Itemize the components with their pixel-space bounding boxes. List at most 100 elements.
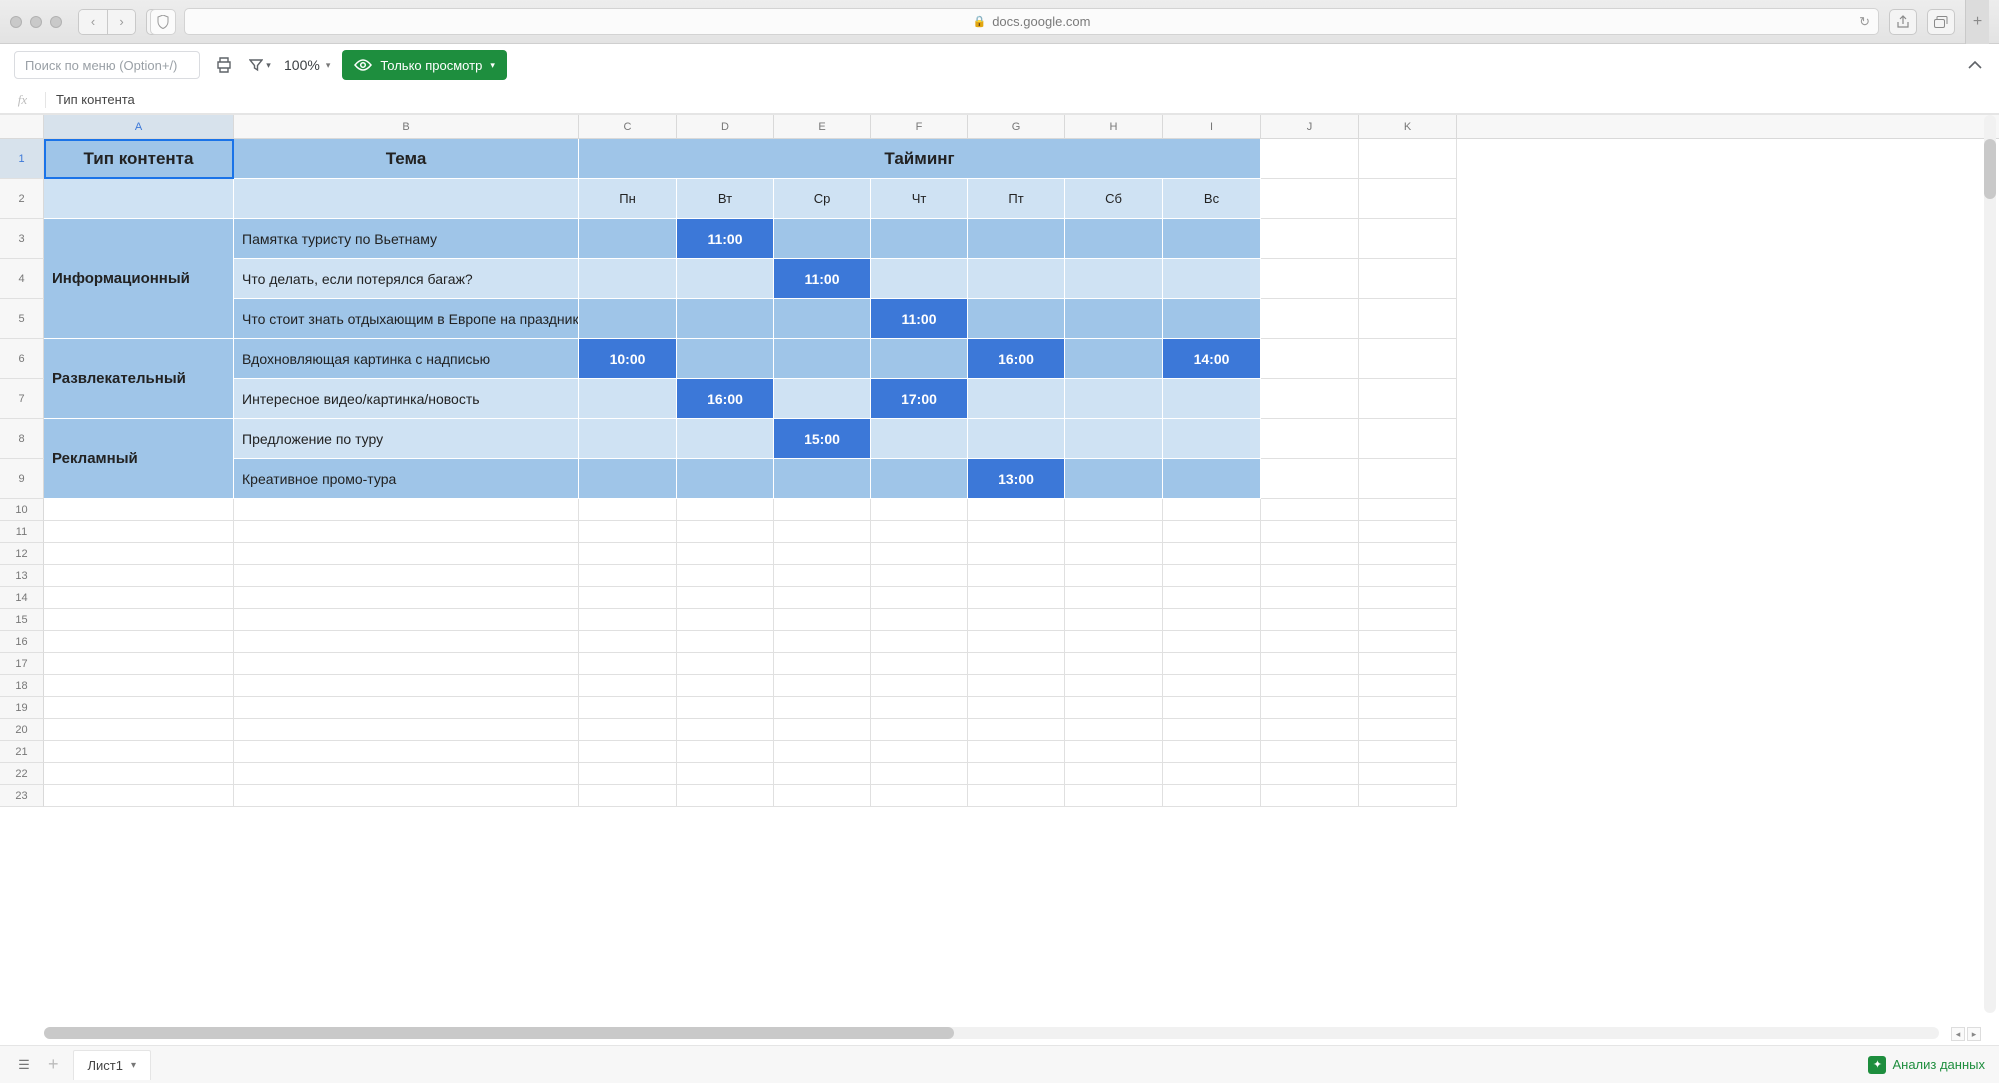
cell-E21[interactable] [774, 741, 871, 763]
cell-F20[interactable] [871, 719, 968, 741]
cell-F12[interactable] [871, 543, 968, 565]
row-head-5[interactable]: 5 [0, 299, 44, 339]
cell-H16[interactable] [1065, 631, 1163, 653]
cell-D9[interactable] [677, 459, 774, 499]
cell-H19[interactable] [1065, 697, 1163, 719]
cell-I12[interactable] [1163, 543, 1261, 565]
row-head-20[interactable]: 20 [0, 719, 44, 741]
cell-K14[interactable] [1359, 587, 1457, 609]
cell-G22[interactable] [968, 763, 1065, 785]
cell-C8[interactable] [579, 419, 677, 459]
cell-G7[interactable] [968, 379, 1065, 419]
cell-C6[interactable]: 10:00 [579, 339, 677, 379]
row-head-3[interactable]: 3 [0, 219, 44, 259]
cell-D13[interactable] [677, 565, 774, 587]
forward-icon[interactable]: › [107, 10, 135, 34]
cell-J17[interactable] [1261, 653, 1359, 675]
tabs-icon[interactable] [1927, 9, 1955, 35]
cell-I7[interactable] [1163, 379, 1261, 419]
cell-K12[interactable] [1359, 543, 1457, 565]
cell-I5[interactable] [1163, 299, 1261, 339]
cell-J3[interactable] [1261, 219, 1359, 259]
cell-J18[interactable] [1261, 675, 1359, 697]
cell-F17[interactable] [871, 653, 968, 675]
cell-G4[interactable] [968, 259, 1065, 299]
cell-K21[interactable] [1359, 741, 1457, 763]
fx-value[interactable]: Тип контента [46, 92, 145, 107]
cell-F21[interactable] [871, 741, 968, 763]
cell-K15[interactable] [1359, 609, 1457, 631]
cell-B22[interactable] [234, 763, 579, 785]
cell-K7[interactable] [1359, 379, 1457, 419]
cell-A23[interactable] [44, 785, 234, 807]
cell-E17[interactable] [774, 653, 871, 675]
cell-D8[interactable] [677, 419, 774, 459]
cell-H20[interactable] [1065, 719, 1163, 741]
cell-K1[interactable] [1359, 139, 1457, 179]
cell-D21[interactable] [677, 741, 774, 763]
row-head-14[interactable]: 14 [0, 587, 44, 609]
column-head-J[interactable]: J [1261, 115, 1359, 138]
cell-H4[interactable] [1065, 259, 1163, 299]
cell-E12[interactable] [774, 543, 871, 565]
cell-I3[interactable] [1163, 219, 1261, 259]
cell-E2[interactable]: Ср [774, 179, 871, 219]
cell-C21[interactable] [579, 741, 677, 763]
column-head-I[interactable]: I [1163, 115, 1261, 138]
cell-J10[interactable] [1261, 499, 1359, 521]
column-head-D[interactable]: D [677, 115, 774, 138]
cell-A3[interactable]: Информационный [44, 219, 234, 339]
cell-A13[interactable] [44, 565, 234, 587]
cell-F15[interactable] [871, 609, 968, 631]
tab-sheet1[interactable]: Лист1 ▾ [73, 1050, 152, 1080]
cell-F14[interactable] [871, 587, 968, 609]
menu-search-input[interactable]: Поиск по меню (Option+/) [14, 51, 200, 79]
row-head-17[interactable]: 17 [0, 653, 44, 675]
cell-B7[interactable]: Интересное видео/картинка/новость [234, 379, 579, 419]
cell-H17[interactable] [1065, 653, 1163, 675]
cell-G19[interactable] [968, 697, 1065, 719]
select-all-corner[interactable] [0, 115, 44, 138]
cell-F13[interactable] [871, 565, 968, 587]
cell-E14[interactable] [774, 587, 871, 609]
cell-G9[interactable]: 13:00 [968, 459, 1065, 499]
row-head-12[interactable]: 12 [0, 543, 44, 565]
cell-H12[interactable] [1065, 543, 1163, 565]
cell-E4[interactable]: 11:00 [774, 259, 871, 299]
cell-I16[interactable] [1163, 631, 1261, 653]
cell-K6[interactable] [1359, 339, 1457, 379]
cell-F7[interactable]: 17:00 [871, 379, 968, 419]
cell-E8[interactable]: 15:00 [774, 419, 871, 459]
analyze-data-button[interactable]: ✦ Анализ данных [1868, 1056, 1985, 1074]
cell-F19[interactable] [871, 697, 968, 719]
reload-icon[interactable]: ↻ [1859, 14, 1870, 30]
cell-I4[interactable] [1163, 259, 1261, 299]
cell-B17[interactable] [234, 653, 579, 675]
print-icon[interactable] [212, 53, 236, 77]
cell-K23[interactable] [1359, 785, 1457, 807]
cell-G20[interactable] [968, 719, 1065, 741]
cell-I13[interactable] [1163, 565, 1261, 587]
cell-A18[interactable] [44, 675, 234, 697]
cell-B15[interactable] [234, 609, 579, 631]
cell-G3[interactable] [968, 219, 1065, 259]
cell-H5[interactable] [1065, 299, 1163, 339]
cell-K17[interactable] [1359, 653, 1457, 675]
cell-D2[interactable]: Вт [677, 179, 774, 219]
cell-A6[interactable]: Развлекательный [44, 339, 234, 419]
cell-F16[interactable] [871, 631, 968, 653]
cell-H15[interactable] [1065, 609, 1163, 631]
cell-E22[interactable] [774, 763, 871, 785]
cell-C10[interactable] [579, 499, 677, 521]
cell-B14[interactable] [234, 587, 579, 609]
cell-J9[interactable] [1261, 459, 1359, 499]
cell-E5[interactable] [774, 299, 871, 339]
cell-I6[interactable]: 14:00 [1163, 339, 1261, 379]
cell-H2[interactable]: Сб [1065, 179, 1163, 219]
cell-I11[interactable] [1163, 521, 1261, 543]
cell-F4[interactable] [871, 259, 968, 299]
cell-E20[interactable] [774, 719, 871, 741]
cell-K10[interactable] [1359, 499, 1457, 521]
cell-E19[interactable] [774, 697, 871, 719]
cell-I2[interactable]: Вс [1163, 179, 1261, 219]
